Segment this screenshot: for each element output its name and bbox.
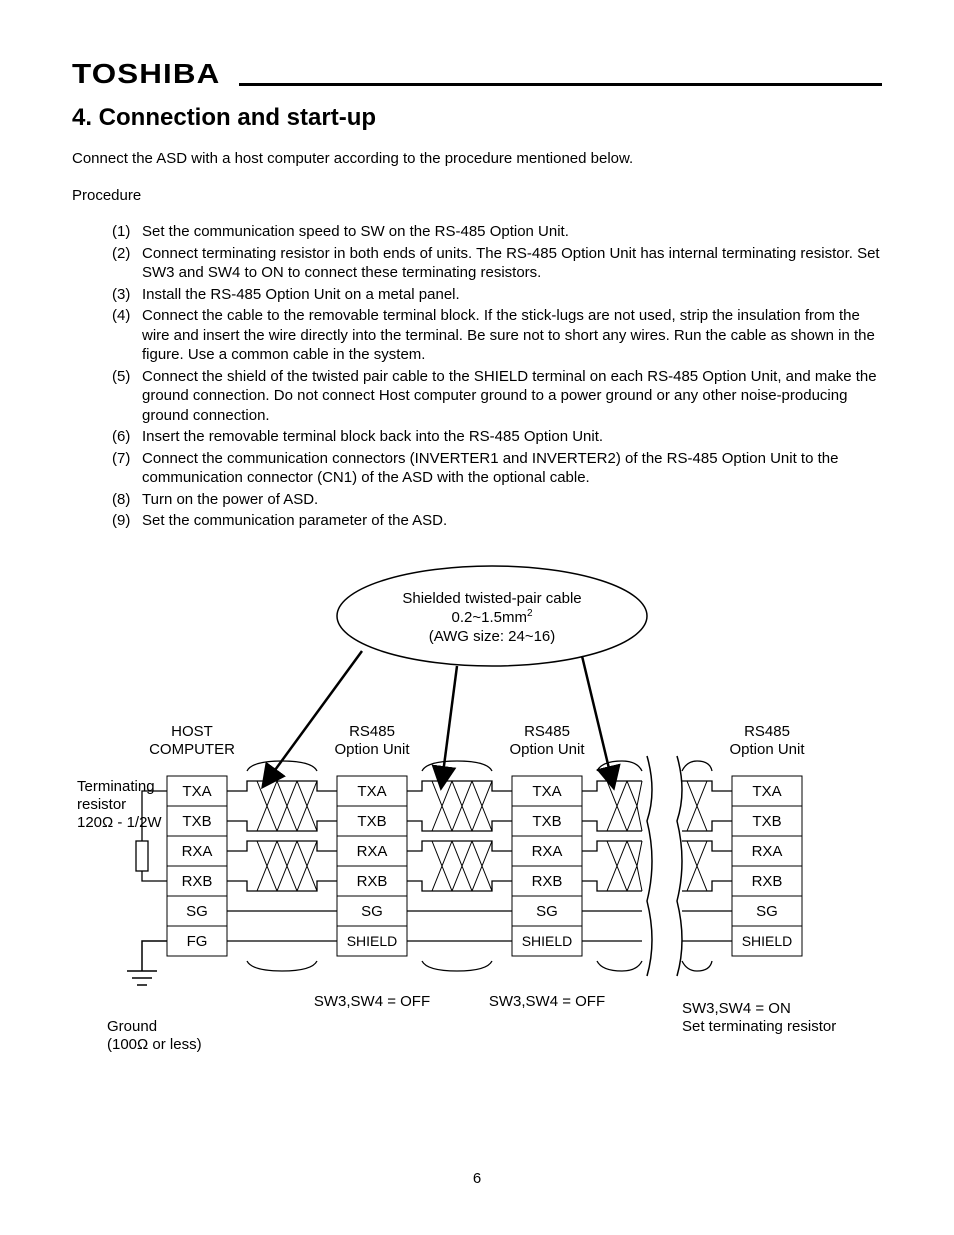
svg-text:RXB: RXB [357, 873, 388, 890]
svg-text:TXB: TXB [357, 813, 386, 830]
svg-text:SG: SG [756, 903, 778, 920]
svg-text:SHIELD: SHIELD [742, 933, 793, 949]
svg-text:SHIELD: SHIELD [347, 933, 398, 949]
svg-text:SHIELD: SHIELD [522, 933, 573, 949]
callout-line1: Shielded twisted-pair cable [402, 590, 581, 607]
wiring-unit1-unit2 [407, 761, 512, 971]
unit2-block: TXA TXB RXA RXB SG SHIELD [512, 776, 582, 956]
step-1: (1)Set the communication speed to SW on … [112, 222, 882, 242]
header-rule [239, 83, 883, 86]
sw-on-l2: Set terminating resistor [682, 1018, 836, 1035]
term-resistor-l2: resistor [77, 796, 126, 813]
svg-text:FG: FG [187, 933, 208, 950]
callout-line3: (AWG size: 24~16) [429, 628, 556, 645]
procedure-steps: (1)Set the communication speed to SW on … [112, 222, 882, 531]
svg-text:TXB: TXB [182, 813, 211, 830]
step-6: (6)Insert the removable terminal block b… [112, 427, 882, 447]
unit3-label-2: Option Unit [729, 741, 805, 758]
ground-symbol [127, 941, 167, 985]
svg-text:RXB: RXB [532, 873, 563, 890]
svg-text:TXB: TXB [752, 813, 781, 830]
unit1-block: TXA TXB RXA RXB SG SHIELD [337, 776, 407, 956]
section-title: 4. Connection and start-up [72, 104, 882, 132]
svg-text:SG: SG [536, 903, 558, 920]
step-5: (5)Connect the shield of the twisted pai… [112, 367, 882, 426]
svg-text:RXA: RXA [357, 843, 388, 860]
svg-text:RXA: RXA [752, 843, 783, 860]
wiring-unit2-unit3 [582, 756, 732, 976]
step-2: (2)Connect terminating resistor in both … [112, 244, 882, 283]
ground-l1: Ground [107, 1018, 157, 1035]
callout-line2: 0.2~1.5mm2 [451, 608, 532, 626]
unit2-label-2: Option Unit [509, 741, 585, 758]
svg-text:SG: SG [361, 903, 383, 920]
sw-on-l1: SW3,SW4 = ON [682, 1000, 791, 1017]
term-resistor-l3: 120Ω - 1/2W [77, 814, 162, 831]
svg-text:SG: SG [186, 903, 208, 920]
procedure-label: Procedure [72, 187, 882, 204]
sw-off-2: SW3,SW4 = OFF [489, 993, 605, 1010]
arrow-2 [442, 666, 457, 781]
svg-text:TXA: TXA [752, 783, 781, 800]
svg-text:RXB: RXB [182, 873, 213, 890]
resistor-symbol [136, 791, 167, 881]
page-number: 6 [0, 1170, 954, 1187]
unit1-label-1: RS485 [349, 723, 395, 740]
unit1-label-2: Option Unit [334, 741, 410, 758]
svg-text:TXA: TXA [182, 783, 211, 800]
ground-l2: (100Ω or less) [107, 1036, 202, 1053]
svg-text:TXA: TXA [357, 783, 386, 800]
wiring-diagram: Shielded twisted-pair cable 0.2~1.5mm2 (… [72, 561, 882, 1081]
host-label-1: HOST [171, 723, 213, 740]
svg-text:TXB: TXB [532, 813, 561, 830]
unit2-label-1: RS485 [524, 723, 570, 740]
svg-text:TXA: TXA [532, 783, 561, 800]
unit3-label-1: RS485 [744, 723, 790, 740]
step-9: (9)Set the communication parameter of th… [112, 511, 882, 531]
svg-text:RXA: RXA [182, 843, 213, 860]
step-7: (7)Connect the communication connectors … [112, 449, 882, 488]
page-header: TOSHIBA [72, 58, 882, 90]
unit3-block: TXA TXB RXA RXB SG SHIELD [732, 776, 802, 956]
sw-off-1: SW3,SW4 = OFF [314, 993, 430, 1010]
step-3: (3)Install the RS-485 Option Unit on a m… [112, 285, 882, 305]
svg-text:RXB: RXB [752, 873, 783, 890]
host-label-2: COMPUTER [149, 741, 235, 758]
wiring-host-unit1 [227, 761, 337, 971]
step-4: (4)Connect the cable to the removable te… [112, 306, 882, 365]
host-block: TXA TXB RXA RXB SG FG [167, 776, 227, 956]
term-resistor-l1: Terminating [77, 778, 155, 795]
step-8: (8)Turn on the power of ASD. [112, 490, 882, 510]
intro-text: Connect the ASD with a host computer acc… [72, 150, 882, 167]
svg-text:RXA: RXA [532, 843, 563, 860]
brand-logo: TOSHIBA [72, 58, 225, 90]
